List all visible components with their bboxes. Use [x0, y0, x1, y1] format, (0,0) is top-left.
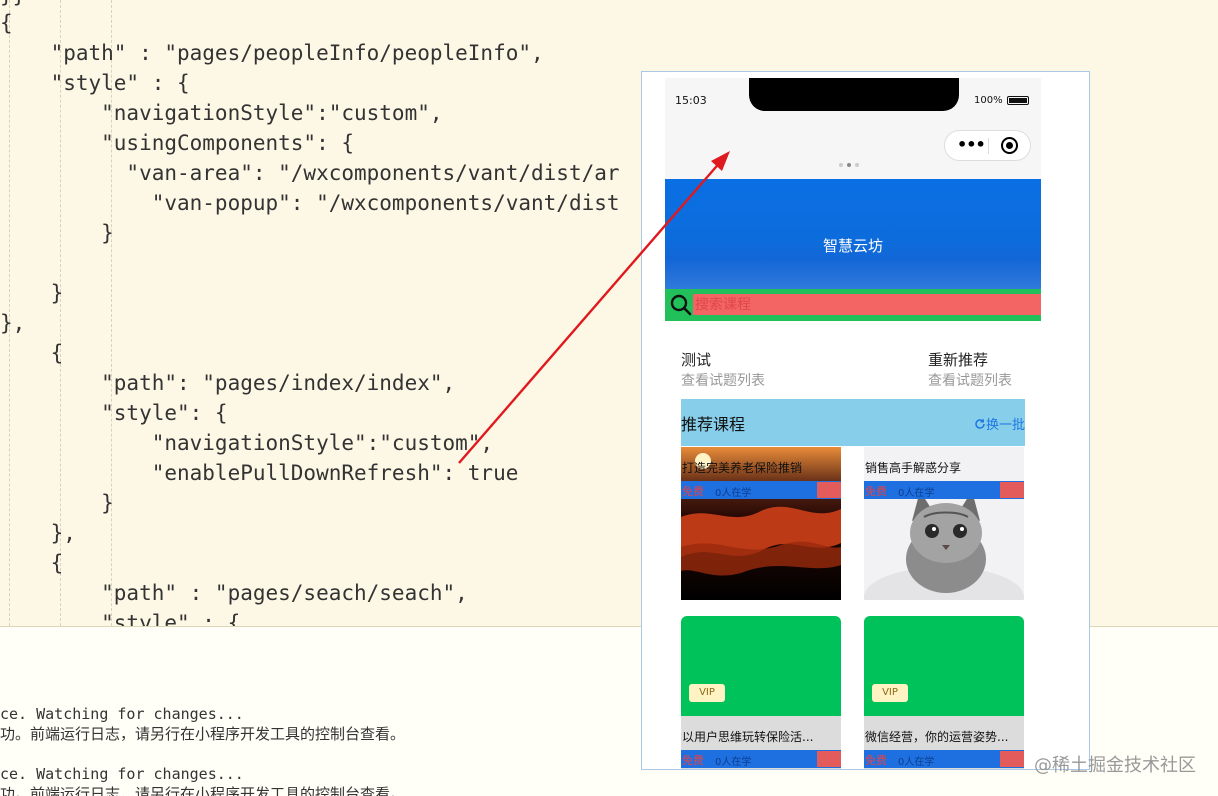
code-line: "van-area": "/wxcomponents/vant/dist/ar [0, 161, 620, 185]
course-meta-bar: 免费 0人在学 [864, 750, 1024, 768]
free-tag: 免费 [682, 485, 704, 498]
search-icon[interactable] [670, 294, 692, 316]
menu-capsule[interactable]: ••• [944, 130, 1031, 161]
console-line: 功。前端运行日志，请另行在小程序开发工具的控制台查看。 [0, 785, 406, 796]
console-line: 功。前端运行日志，请另行在小程序开发工具的控制台查看。 [0, 725, 406, 743]
free-tag: 免费 [865, 754, 887, 767]
battery-percent: 100% [974, 95, 1003, 106]
price-block [817, 482, 841, 498]
capsule-divider [988, 138, 989, 154]
code-line: "style" : { [0, 611, 241, 626]
learner-count: 0人在学 [898, 757, 935, 768]
price-block [817, 751, 841, 767]
learner-count: 0人在学 [715, 488, 752, 499]
search-input[interactable] [693, 294, 1041, 315]
phone-screen[interactable]: 15:03 100% ••• 智慧云坊 测试 查看试题列表 [665, 78, 1041, 769]
code-line: "path" : "pages/seach/seach", [0, 581, 468, 605]
course-meta-bar: 免费 0人在学 [681, 750, 841, 768]
recommend-title: 推荐课程 [681, 415, 746, 434]
code-line: "style" : { [0, 71, 190, 95]
code-line: { [0, 11, 13, 35]
vip-badge: VIP [689, 684, 725, 702]
course-title: 以用户思维玩转保险活... [682, 730, 814, 744]
banner-title: 智慧云坊 [822, 237, 883, 255]
free-tag: 免费 [865, 485, 887, 498]
course-title: 打造完美养老保险推销 [682, 461, 803, 475]
close-circle-icon[interactable] [1001, 137, 1018, 154]
course-card[interactable]: 销售高手解惑分享 免费 0人在学 [864, 447, 1024, 600]
code-line: } [0, 221, 114, 245]
console-line: ce. Watching for changes... [0, 765, 244, 783]
phone-simulator[interactable]: 15:03 100% ••• 智慧云坊 测试 查看试题列表 [641, 71, 1090, 770]
battery-icon [1007, 96, 1029, 105]
course-meta-bar: 免费 0人在学 [864, 481, 1024, 499]
code-line: "van-popup": "/wxcomponents/vant/dist [0, 191, 620, 215]
quick-link-title: 测试 [681, 351, 712, 369]
course-meta-bar: 免费 0人在学 [681, 481, 841, 499]
free-tag: 免费 [682, 754, 704, 767]
refresh-button[interactable]: 换一批 [974, 414, 1025, 433]
console-line: ce. Watching for changes... [0, 705, 244, 723]
quick-link-title: 重新推荐 [928, 351, 989, 369]
vip-course-card[interactable]: VIP 微信经营，你的运营姿势... 免费 0人在学 [864, 616, 1024, 769]
vip-course-card[interactable]: VIP 以用户思维玩转保险活... 免费 0人在学 [681, 616, 841, 769]
more-icon[interactable]: ••• [957, 135, 986, 154]
navigation-bar: ••• [665, 118, 1041, 179]
vip-badge: VIP [872, 684, 908, 702]
code-line: "path" : "pages/peopleInfo/peopleInfo", [0, 41, 544, 65]
refresh-label: 换一批 [985, 418, 1025, 433]
course-title: 销售高手解惑分享 [865, 461, 962, 475]
code-line: "style": { [0, 401, 228, 425]
price-block [1000, 482, 1024, 498]
code-line: }, [0, 521, 76, 545]
code-line: "navigationStyle":"custom", [0, 431, 494, 455]
phone-notch [749, 78, 959, 111]
code-line: } [0, 491, 114, 515]
code-line: "path": "pages/index/index", [0, 371, 456, 395]
course-card[interactable]: 打造完美养老保险推销 免费 0人在学 [681, 447, 841, 600]
code-line: }, [0, 311, 26, 335]
status-time: 15:03 [675, 94, 707, 107]
learner-count: 0人在学 [715, 757, 752, 768]
quick-link-subtitle: 查看试题列表 [681, 373, 765, 389]
quick-link-subtitle: 查看试题列表 [928, 373, 1012, 389]
refresh-icon [975, 419, 985, 429]
banner: 智慧云坊 [665, 179, 1041, 289]
course-title: 微信经营，你的运营姿势... [865, 730, 1009, 744]
search-bar [665, 289, 1041, 321]
code-line: { [0, 341, 64, 365]
code-line: { [0, 551, 64, 575]
code-line: "enablePullDownRefresh": true [0, 461, 519, 485]
quick-link-test[interactable]: 测试 查看试题列表 [681, 350, 765, 391]
price-block [1000, 751, 1024, 767]
watermark: @稀土掘金技术社区 [1034, 755, 1196, 776]
learner-count: 0人在学 [898, 488, 935, 499]
status-bar: 15:03 100% [665, 78, 1041, 118]
loading-dots-icon [837, 152, 861, 171]
code-line: } [0, 281, 64, 305]
recommend-header: 推荐课程 换一批 [681, 399, 1025, 446]
code-line: "navigationStyle":"custom", [0, 101, 443, 125]
quick-link-recommend[interactable]: 重新推荐 查看试题列表 [928, 350, 1012, 391]
code-line: "usingComponents": { [0, 131, 355, 155]
